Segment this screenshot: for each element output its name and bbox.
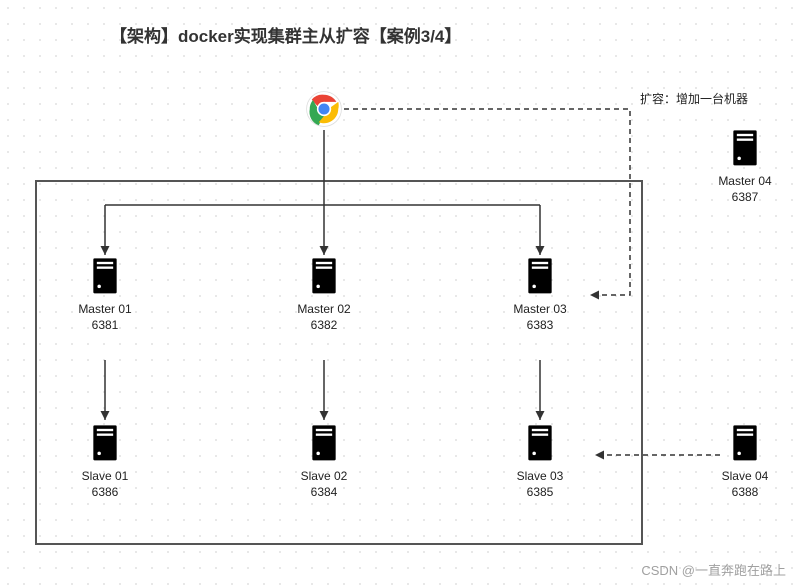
node-port: 6388 (700, 485, 790, 499)
node-port: 6382 (279, 318, 369, 332)
server-icon (91, 258, 119, 296)
server-icon (731, 425, 759, 463)
node-master-02: Master 02 6382 (279, 258, 369, 332)
server-icon (731, 130, 759, 168)
node-master-03: Master 03 6383 (495, 258, 585, 332)
server-icon (91, 425, 119, 463)
node-port: 6384 (279, 485, 369, 499)
node-label: Slave 04 (700, 469, 790, 485)
node-master-04: Master 04 6387 (700, 130, 790, 204)
node-port: 6387 (700, 190, 790, 204)
server-icon (526, 258, 554, 296)
node-slave-02: Slave 02 6384 (279, 425, 369, 499)
node-port: 6381 (60, 318, 150, 332)
server-icon (310, 425, 338, 463)
node-slave-04: Slave 04 6388 (700, 425, 790, 499)
watermark: CSDN @一直奔跑在路上 (641, 560, 786, 579)
node-label: Slave 01 (60, 469, 150, 485)
node-port: 6386 (60, 485, 150, 499)
chrome-icon (305, 90, 343, 128)
node-label: Master 03 (495, 302, 585, 318)
node-label: Slave 02 (279, 469, 369, 485)
node-label: Master 01 (60, 302, 150, 318)
node-label: Master 04 (700, 174, 790, 190)
node-label: Slave 03 (495, 469, 585, 485)
node-slave-03: Slave 03 6385 (495, 425, 585, 499)
server-icon (310, 258, 338, 296)
node-master-01: Master 01 6381 (60, 258, 150, 332)
node-port: 6385 (495, 485, 585, 499)
expansion-annotation: 扩容：增加一台机器 (640, 90, 748, 107)
node-port: 6383 (495, 318, 585, 332)
node-slave-01: Slave 01 6386 (60, 425, 150, 499)
diagram-title: 【架构】docker实现集群主从扩容【案例3/4】 (110, 22, 461, 47)
server-icon (526, 425, 554, 463)
node-label: Master 02 (279, 302, 369, 318)
